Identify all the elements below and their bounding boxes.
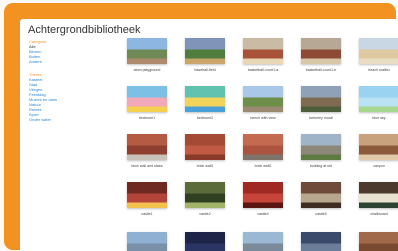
backdrop-item[interactable]: building at mit [293,134,349,168]
backdrop-label: castle4 [257,212,269,216]
backdrop-item[interactable]: baseball-field [177,38,233,72]
backdrop-thumbnail[interactable] [243,134,283,160]
backdrop-item[interactable]: canyon [351,134,398,168]
backdrop-item[interactable]: brick wall and stairs [119,134,175,168]
backdrop-label: basketball-court1-a [247,68,279,72]
backdrop-thumbnail[interactable] [185,134,225,160]
backdrop-item[interactable]: basketball-court1-b [293,38,349,72]
backdrop-label: canyon [373,164,385,168]
backdrop-thumbnail[interactable] [301,182,341,208]
backdrop-label: atom playground [133,68,161,72]
backdrop-thumbnail[interactable] [301,38,341,64]
backdrop-thumbnail[interactable] [185,232,225,251]
backdrop-thumbnail[interactable] [301,232,341,251]
backdrop-thumbnail[interactable] [243,86,283,112]
backdrop-thumbnail[interactable] [185,38,225,64]
backdrop-thumbnail[interactable] [359,86,398,112]
backdrop-item[interactable]: brick wall1 [177,134,233,168]
backdrop-item[interactable]: bench with view [235,86,291,120]
backdrop-thumbnail[interactable] [127,232,167,251]
backdrop-item[interactable] [293,232,349,251]
backdrop-library-dialog: Achtergrondbibliotheek Categorie Alle Bin… [20,19,398,251]
backdrop-thumbnail[interactable] [185,182,225,208]
backdrop-item[interactable]: castle4 [235,182,291,216]
backdrop-item[interactable]: bedroom2 [177,86,233,120]
backdrop-thumbnail[interactable] [127,38,167,64]
backdrop-item[interactable]: blue sky [351,86,398,120]
backdrop-item[interactable]: berkeley mural [293,86,349,120]
backdrop-label: basketball-court1-b [305,68,337,72]
backdrop-item[interactable]: castle2 [177,182,233,216]
backdrop-label: brick wall2 [254,164,272,168]
backdrop-label: building at mit [309,164,333,168]
backdrop-thumbnail[interactable] [243,38,283,64]
backdrop-thumbnail[interactable] [127,182,167,208]
backdrop-thumbnail[interactable] [359,182,398,208]
backdrop-item[interactable] [235,232,291,251]
backdrop-item[interactable]: basketball-court1-a [235,38,291,72]
backdrop-item[interactable]: beach malibu [351,38,398,72]
backdrop-label: castle5 [315,212,327,216]
category-list: Alle Binnen Buiten Andere [29,44,107,64]
backdrop-thumbnail[interactable] [359,134,398,160]
backdrop-item[interactable]: atom playground [119,38,175,72]
backdrop-thumbnail[interactable] [301,86,341,112]
backdrop-item[interactable] [119,232,175,251]
backdrop-label: baseball-field [194,68,216,72]
backdrop-label: brick wall1 [196,164,214,168]
backdrop-item[interactable]: castle5 [293,182,349,216]
backdrop-item[interactable]: bedroom1 [119,86,175,120]
backdrop-item[interactable] [351,232,398,251]
backdrop-thumbnail[interactable] [243,232,283,251]
dialog-title: Achtergrondbibliotheek [28,24,141,36]
backdrop-thumbnail[interactable] [359,38,398,64]
backdrop-label: castle2 [199,212,211,216]
backdrop-label: bedroom1 [138,116,156,120]
backdrop-label: beach malibu [368,68,390,72]
backdrop-label: castle1 [141,212,153,216]
backdrop-thumbnail[interactable] [127,86,167,112]
theme-list: Kasteel Stad Vliegen Feestdag Muziek en dans… [29,77,107,122]
backdrop-item[interactable]: chalkboard [351,182,398,216]
backdrop-item[interactable]: brick wall2 [235,134,291,168]
backdrop-thumbnail[interactable] [301,134,341,160]
backdrop-item[interactable] [177,232,233,251]
backdrop-thumbnail[interactable] [359,232,398,251]
backdrop-label: blue sky [372,116,386,120]
backdrop-item[interactable]: castle1 [119,182,175,216]
backdrop-thumbnail[interactable] [185,86,225,112]
backdrop-label: berkeley mural [309,116,333,120]
library-sidebar: Categorie Alle Binnen Buiten Andere Thema K… [29,39,107,122]
backdrop-label: chalkboard [370,212,388,216]
backdrop-label: bench with view [250,116,276,120]
backdrop-thumbnail[interactable] [243,182,283,208]
backdrop-thumbnail[interactable] [127,134,167,160]
backdrop-label: brick wall and stairs [131,164,163,168]
theme-item-8[interactable]: Onder water [29,117,107,122]
backdrop-label: bedroom2 [196,116,214,120]
